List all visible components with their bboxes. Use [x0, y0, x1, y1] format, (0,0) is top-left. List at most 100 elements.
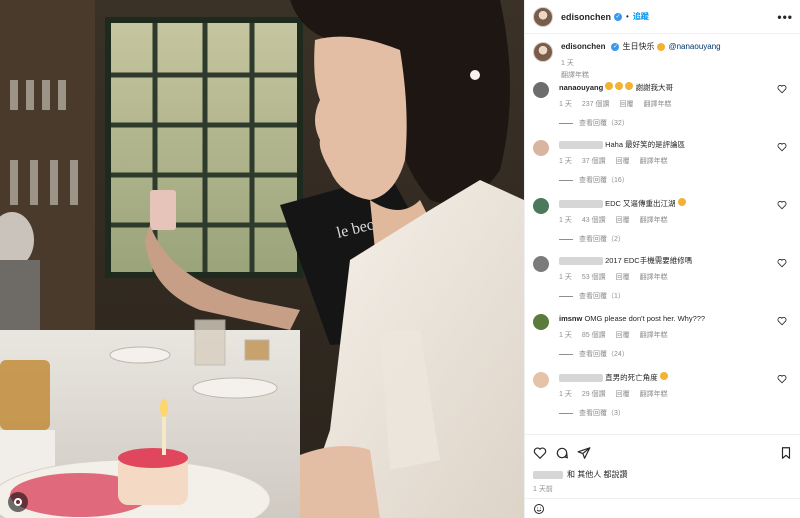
add-comment-input[interactable] [553, 501, 793, 516]
comment-text: 直男的死亡角度 [605, 373, 658, 382]
party-emoji-icon [615, 82, 624, 90]
comment-reply-button[interactable]: 回覆 [616, 156, 630, 166]
comment-likes[interactable]: 43 個讚 [582, 215, 606, 225]
comment-likes[interactable]: 85 個讚 [582, 330, 606, 340]
comment-time: 1 天 [559, 101, 572, 108]
redacted-liker [533, 470, 563, 479]
add-comment-bar [525, 498, 800, 518]
comment-item: nanaouyang 謝謝我大哥 1 天 237 個讚 回覆 翻譯年糕 查看回覆… [533, 82, 793, 140]
comment-reply-button[interactable]: 回覆 [616, 389, 630, 399]
post-header: edisonchen ✓ • 追蹤 ••• [525, 0, 800, 34]
emoji-smile-icon[interactable] [533, 503, 545, 515]
view-replies-button[interactable]: 查看回覆（1） [559, 291, 779, 301]
separator-dot: • [626, 12, 629, 21]
post-actions: 和 其他人 都說讚 1 天前 [525, 434, 800, 518]
comment-reply-button[interactable]: 回覆 [616, 215, 630, 225]
post-timestamp: 1 天前 [533, 486, 553, 493]
comment-avatar[interactable] [533, 372, 549, 388]
post-caption: edisonchen ✓ 生日快乐 @nanaouyang 1 天 翻譯年糕 [533, 42, 793, 82]
comment-avatar[interactable] [533, 256, 549, 272]
view-replies-button[interactable]: 查看回覆（2） [559, 234, 779, 244]
more-options-button[interactable]: ••• [777, 10, 793, 24]
comment-likes[interactable]: 237 個讚 [582, 99, 610, 109]
laugh-emoji-icon [677, 198, 686, 206]
comment-likes[interactable]: 37 個讚 [582, 156, 606, 166]
comment-time: 1 天 [559, 274, 572, 281]
comment-reply-button[interactable]: 回覆 [616, 330, 630, 340]
view-replies-button[interactable]: 查看回覆（16） [559, 175, 779, 185]
share-send-icon[interactable] [577, 446, 591, 460]
view-replies-button[interactable]: 查看回覆（24） [559, 349, 779, 359]
author-username[interactable]: edisonchen [561, 12, 611, 22]
photo-illustration: le bec [0, 0, 524, 518]
save-bookmark-icon[interactable] [779, 446, 793, 460]
comment-item: Haha 最好笑的是評論區 1 天 37 個讚 回覆 翻譯年糕 查看回覆（16） [533, 140, 793, 198]
comment-username[interactable]: nanaouyang [559, 83, 603, 92]
like-comment-heart-icon[interactable] [777, 84, 787, 94]
cake-emoji-icon [657, 43, 666, 51]
view-replies-label: 查看回覆（3） [579, 410, 625, 417]
likes-summary[interactable]: 和 其他人 都說讚 [533, 469, 793, 480]
comment-translate[interactable]: 翻譯年糕 [640, 215, 668, 225]
caption-time: 1 天 [561, 60, 574, 67]
view-replies-button[interactable]: 查看回覆（3） [559, 408, 779, 418]
view-replies-label: 查看回覆（32） [579, 120, 629, 127]
comment-text: EDC 又逼傳重出江湖 [605, 199, 676, 208]
comment-text: 2017 EDC手機需要維修嗎 [605, 256, 693, 265]
comment-avatar[interactable] [533, 314, 549, 330]
comment-time: 1 天 [559, 158, 572, 165]
like-comment-heart-icon[interactable] [777, 258, 787, 268]
like-comment-heart-icon[interactable] [777, 200, 787, 210]
redacted-username [559, 257, 603, 266]
author-avatar[interactable] [533, 6, 553, 27]
laugh-emoji-icon [659, 372, 668, 380]
caption-avatar[interactable] [533, 42, 553, 62]
comment-item: 直男的死亡角度 1 天 29 個讚 回覆 翻譯年糕 查看回覆（3） [533, 372, 793, 430]
view-replies-label: 查看回覆（2） [579, 236, 625, 243]
comment-text: Haha 最好笑的是評論區 [605, 140, 686, 149]
comment-item: EDC 又逼傳重出江湖 1 天 43 個讚 回覆 翻譯年糕 查看回覆（2） [533, 198, 793, 256]
caption-translate[interactable]: 翻譯年糕 [561, 70, 589, 80]
like-comment-heart-icon[interactable] [777, 316, 787, 326]
sparkle-emoji-icon [625, 82, 634, 90]
comment-time: 1 天 [559, 391, 572, 398]
like-heart-icon[interactable] [533, 446, 547, 460]
comment-translate[interactable]: 翻譯年糕 [640, 272, 668, 282]
comment-item: imsnw OMG please don't post her. Why??? … [533, 314, 793, 372]
like-comment-heart-icon[interactable] [777, 374, 787, 384]
post-panel: edisonchen ✓ • 追蹤 ••• edisonchen ✓ 生日快乐 … [524, 0, 800, 518]
view-replies-label: 查看回覆（16） [579, 177, 629, 184]
view-replies-label: 查看回覆（1） [579, 293, 625, 300]
comment-avatar[interactable] [533, 140, 549, 156]
comment-text: 謝謝我大哥 [635, 83, 674, 92]
caption-username[interactable]: edisonchen [561, 42, 605, 52]
redacted-username [559, 374, 603, 383]
comment-avatar[interactable] [533, 82, 549, 98]
comment-reply-button[interactable]: 回覆 [616, 272, 630, 282]
follow-button[interactable]: 追蹤 [633, 11, 649, 22]
comment-item: 2017 EDC手機需要維修嗎 1 天 53 個讚 回覆 翻譯年糕 查看回覆（1… [533, 256, 793, 314]
caption-mention[interactable]: @nanaouyang [668, 42, 720, 52]
comment-translate[interactable]: 翻譯年糕 [640, 330, 668, 340]
comment-bubble-icon[interactable] [555, 446, 569, 460]
tagged-users-icon[interactable] [8, 492, 28, 512]
comment-avatar[interactable] [533, 198, 549, 214]
comment-translate[interactable]: 翻譯年糕 [640, 156, 668, 166]
comment-username[interactable]: imsnw [559, 314, 582, 323]
view-replies-button[interactable]: 查看回覆（32） [559, 118, 779, 128]
post-photo[interactable]: le bec [0, 0, 524, 518]
redacted-username [559, 200, 603, 209]
comment-translate[interactable]: 翻譯年糕 [640, 389, 668, 399]
like-comment-heart-icon[interactable] [777, 142, 787, 152]
comment-reply-button[interactable]: 回覆 [619, 99, 633, 109]
cake-emoji-icon [605, 82, 614, 90]
verified-badge-icon: ✓ [611, 43, 620, 51]
comments-section[interactable]: edisonchen ✓ 生日快乐 @nanaouyang 1 天 翻譯年糕 n… [525, 34, 800, 434]
caption-text: 生日快乐 [622, 42, 655, 51]
comment-likes[interactable]: 29 個讚 [582, 389, 606, 399]
comment-translate[interactable]: 翻譯年糕 [643, 99, 671, 109]
likes-summary-text: 和 其他人 都說讚 [567, 470, 628, 479]
comment-likes[interactable]: 53 個讚 [582, 272, 606, 282]
redacted-username [559, 141, 603, 150]
comment-time: 1 天 [559, 217, 572, 224]
